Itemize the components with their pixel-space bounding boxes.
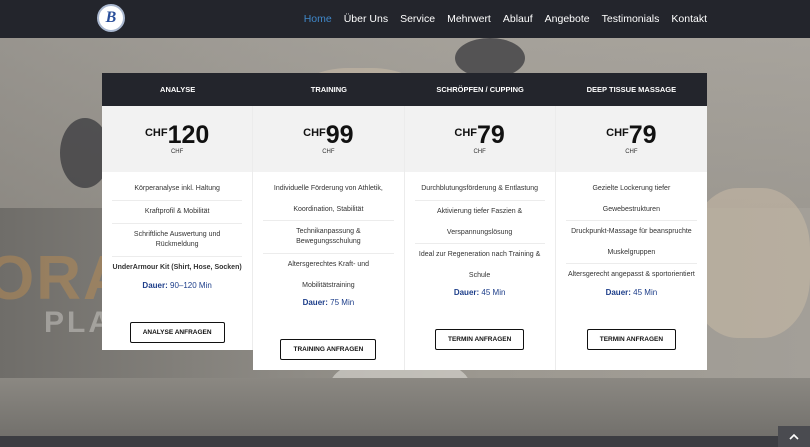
feature-item: Druckpunkt-Massage für beanspruchte Musk… [565,220,697,263]
duration-value: 45 Min [481,288,506,297]
chevron-up-icon [789,433,799,440]
nav-link-angebote[interactable]: Angebote [545,13,590,25]
nav-link-ueber-uns[interactable]: Über Uns [344,13,388,25]
section-divider [0,436,810,447]
price-amount: 79 [628,121,657,149]
duration-label: Dauer: [302,298,328,307]
currency: CHF [144,127,168,139]
site-logo[interactable]: B [97,4,125,32]
plan-card-training: CHF 99 CHF Individuelle Förderung von Ath… [253,106,405,370]
pricing-table: ANALYSE TRAINING SCHRÖPFEN / CUPPING DEE… [102,73,707,370]
feature-list: Durchblutungsförderung & Entlastung Akti… [405,172,555,286]
duration-label: Dauer: [453,288,480,297]
plan-title-massage: DEEP TISSUE MASSAGE [586,85,677,94]
price-amount: 120 [167,121,210,149]
analyse-request-button[interactable]: ANALYSE ANFRAGEN [129,322,225,343]
plan-title-analyse: ANALYSE [160,85,196,94]
feature-item: UnderArmour Kit (Shirt, Hose, Socken) [112,256,243,279]
plan-card-massage: CHF 79 CHF Gezielte Lockerung tiefer Gewe… [555,106,707,370]
feature-item: Altersgerecht angepasst & sportorientier… [565,263,697,286]
feature-list: Körperanalyse inkl. Haltung Kraftprofil … [102,172,252,279]
currency: CHF [454,127,478,139]
pricing-header: ANALYSE TRAINING SCHRÖPFEN / CUPPING DEE… [102,73,707,106]
plan-card-analyse: CHF 120 CHF Körperanalyse inkl. Haltung K… [102,106,254,350]
nav-link-kontakt[interactable]: Kontakt [671,13,707,25]
price-amount: 99 [325,121,354,149]
duration-label: Dauer: [142,281,168,290]
feature-item: Gezielte Lockerung tiefer Gewebestruktur… [592,185,671,213]
price-box: CHF 79 CHF [404,106,555,172]
price-box: CHF 99 CHF [253,106,404,172]
feature-item: Ideal zur Regeneration nach Training & S… [414,243,545,286]
feature-item: Schriftliche Auswertung und Rückmeldung [112,223,243,256]
scroll-to-top-button[interactable] [778,426,810,447]
duration: Dauer: 45 Min [405,288,555,297]
feature-item: Körperanalyse inkl. Haltung [134,185,220,192]
duration-value: 90–120 Min [170,281,212,290]
nav-link-ablauf[interactable]: Ablauf [503,13,533,25]
massage-request-button[interactable]: TERMIN ANFRAGEN [586,329,677,350]
currency: CHF [606,127,629,139]
plan-title-cupping: SCHRÖPFEN / CUPPING [436,85,524,94]
logo-letter: B [105,9,117,26]
top-navigation: B Home Über Uns Service Mehrwert Ablauf … [0,0,810,38]
feature-list: Gezielte Lockerung tiefer Gewebestruktur… [556,172,707,286]
nav-link-testimonials[interactable]: Testimonials [602,13,660,25]
price-box: CHF 120 CHF [102,106,253,172]
feature-item: Durchblutungsförderung & Entlastung [421,185,538,192]
feature-item: Altersgerechtes Kraft- und Mobilitätstra… [263,253,394,296]
price-unit: CHF [625,149,638,155]
feature-item: Technikanpassung & Bewegungsschulung [263,220,394,253]
training-request-button[interactable]: TRAINING ANFRAGEN [280,339,377,360]
main-menu: Home Über Uns Service Mehrwert Ablauf An… [304,0,707,38]
duration-value: 75 Min [330,298,355,307]
feature-list: Individuelle Förderung von Athletik, Koo… [253,172,403,296]
feature-item: Individuelle Förderung von Athletik, Koo… [273,185,383,213]
price-unit: CHF [473,149,486,155]
feature-item: Aktivierung tiefer Faszien & Verspannung… [414,200,545,243]
person-figure [690,188,810,338]
duration-value: 45 Min [633,288,658,297]
nav-link-mehrwert[interactable]: Mehrwert [447,13,491,25]
plan-card-cupping: CHF 79 CHF Durchblutungsförderung & Entla… [404,106,556,370]
weight-plate [455,38,525,78]
price-box: CHF 79 CHF [555,106,707,172]
feature-item: Kraftprofil & Mobilität [112,200,243,223]
price-unit: CHF [322,149,335,155]
duration: Dauer: 75 Min [253,298,403,307]
currency: CHF [303,127,326,139]
duration: Dauer: 90–120 Min [102,281,252,290]
cupping-request-button[interactable]: TERMIN ANFRAGEN [434,329,525,350]
price-amount: 79 [477,121,505,149]
nav-link-home[interactable]: Home [304,13,332,25]
price-unit: CHF [170,149,184,155]
nav-link-service[interactable]: Service [400,13,435,25]
plan-title-training: TRAINING [310,85,347,94]
duration: Dauer: 45 Min [556,288,707,297]
duration-label: Dauer: [605,288,631,297]
